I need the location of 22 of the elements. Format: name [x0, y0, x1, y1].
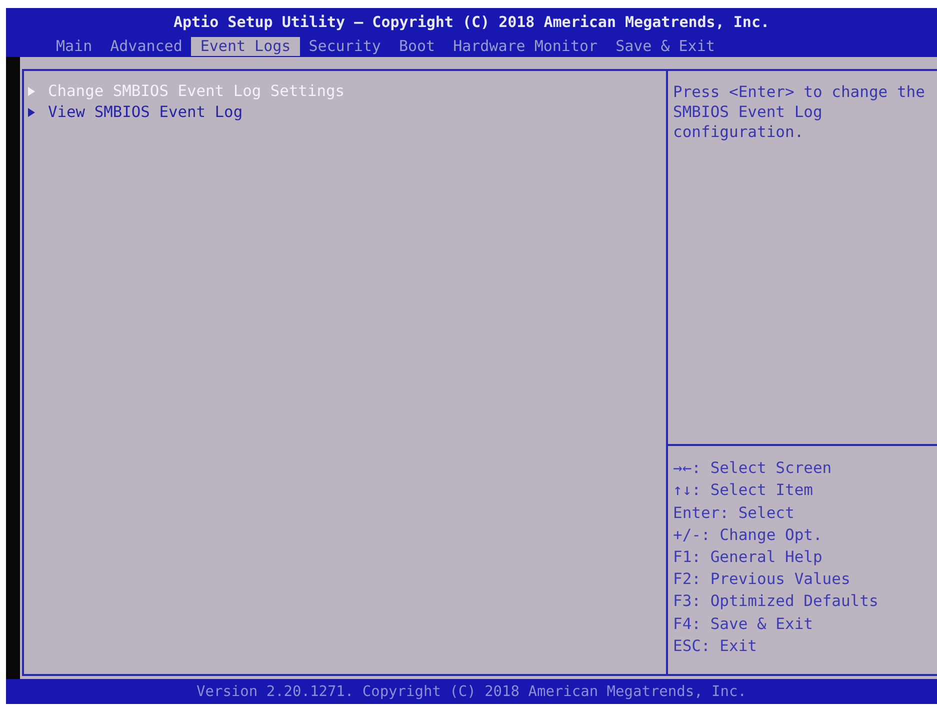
triangle-icon: [28, 87, 35, 96]
key-hint: +/-: Change Opt.: [673, 524, 822, 546]
menu-tab[interactable]: Security: [300, 37, 390, 56]
triangle-icon: [28, 108, 35, 117]
menu-tab[interactable]: Hardware Monitor: [444, 37, 607, 56]
key-hint: ↑↓: Select Item: [673, 480, 813, 502]
window-title: Aptio Setup Utility – Copyright (C) 2018 American Megatrends, Inc.: [172, 13, 771, 31]
key-hint: F4: Save & Exit: [673, 614, 813, 635]
key-hint: →←: Select Screen: [673, 458, 832, 480]
menu-tab[interactable]: Advanced: [101, 37, 192, 56]
menu-tab[interactable]: Save & Exit: [606, 37, 724, 56]
menu-tab[interactable]: Boot: [390, 37, 444, 56]
key-hint: F3: Optimized Defaults: [673, 591, 878, 612]
key-hint: Enter: Select: [673, 502, 794, 524]
menu-item[interactable]: View SMBIOS Event Log: [27, 102, 243, 123]
menu-tab[interactable]: Event Logs: [191, 37, 300, 56]
key-hint: F1: General Help: [673, 546, 822, 568]
key-hint: ESC: Exit: [673, 636, 757, 657]
version-text: Version 2.20.1271. Copyright (C) 2018 American Megatrends, Inc.: [196, 682, 746, 700]
help-text: Press <Enter> to change the SMBIOS Event Log configuration.: [673, 82, 926, 142]
key-hint: F2: Previous Values: [673, 569, 850, 590]
menu-tab[interactable]: Main: [47, 37, 102, 56]
